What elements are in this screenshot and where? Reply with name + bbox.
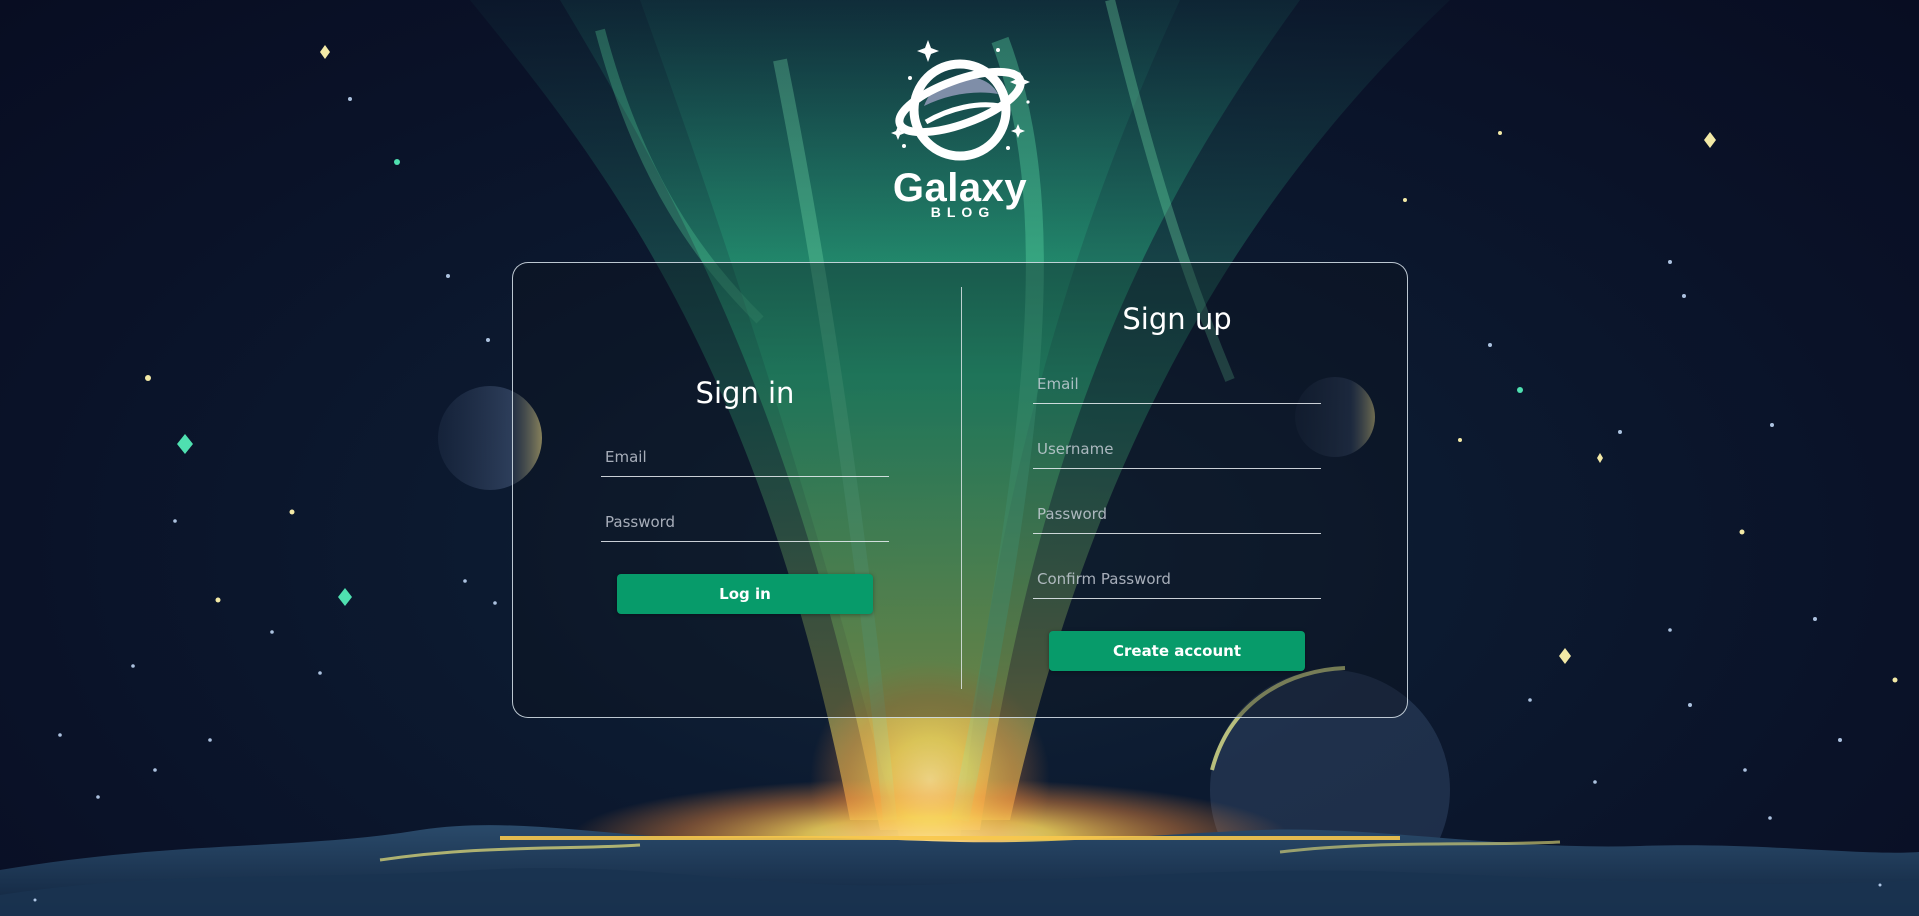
sign-up-email-input[interactable] — [1033, 364, 1321, 403]
sign-up-password-field — [1033, 494, 1321, 534]
create-account-button[interactable]: Create account — [1049, 631, 1305, 671]
sign-in-email-field — [601, 437, 889, 477]
galaxy-blog-logo[interactable]: Galaxy BLOG — [880, 36, 1040, 226]
log-in-button[interactable]: Log in — [617, 574, 873, 614]
planet-logo-icon — [891, 40, 1030, 161]
auth-card: Sign in Log in Sign up — [512, 262, 1408, 718]
sign-up-confirm-password-field — [1033, 559, 1321, 599]
sign-in-email-input[interactable] — [601, 437, 889, 476]
sign-up-username-input[interactable] — [1033, 429, 1321, 468]
sign-in-password-field — [601, 502, 889, 542]
sign-up-email-field — [1033, 364, 1321, 404]
sign-in-password-input[interactable] — [601, 502, 889, 541]
sign-up-username-field — [1033, 429, 1321, 469]
sign-up-password-input[interactable] — [1033, 494, 1321, 533]
sign-in-title: Sign in — [695, 376, 795, 410]
sign-up-title: Sign up — [1122, 302, 1232, 336]
panel-divider — [961, 287, 962, 689]
sign-up-confirm-password-input[interactable] — [1033, 559, 1321, 598]
logo-subtitle: BLOG — [930, 204, 996, 220]
login-page: Galaxy BLOG Sign in Log in Sign up — [0, 0, 1919, 916]
